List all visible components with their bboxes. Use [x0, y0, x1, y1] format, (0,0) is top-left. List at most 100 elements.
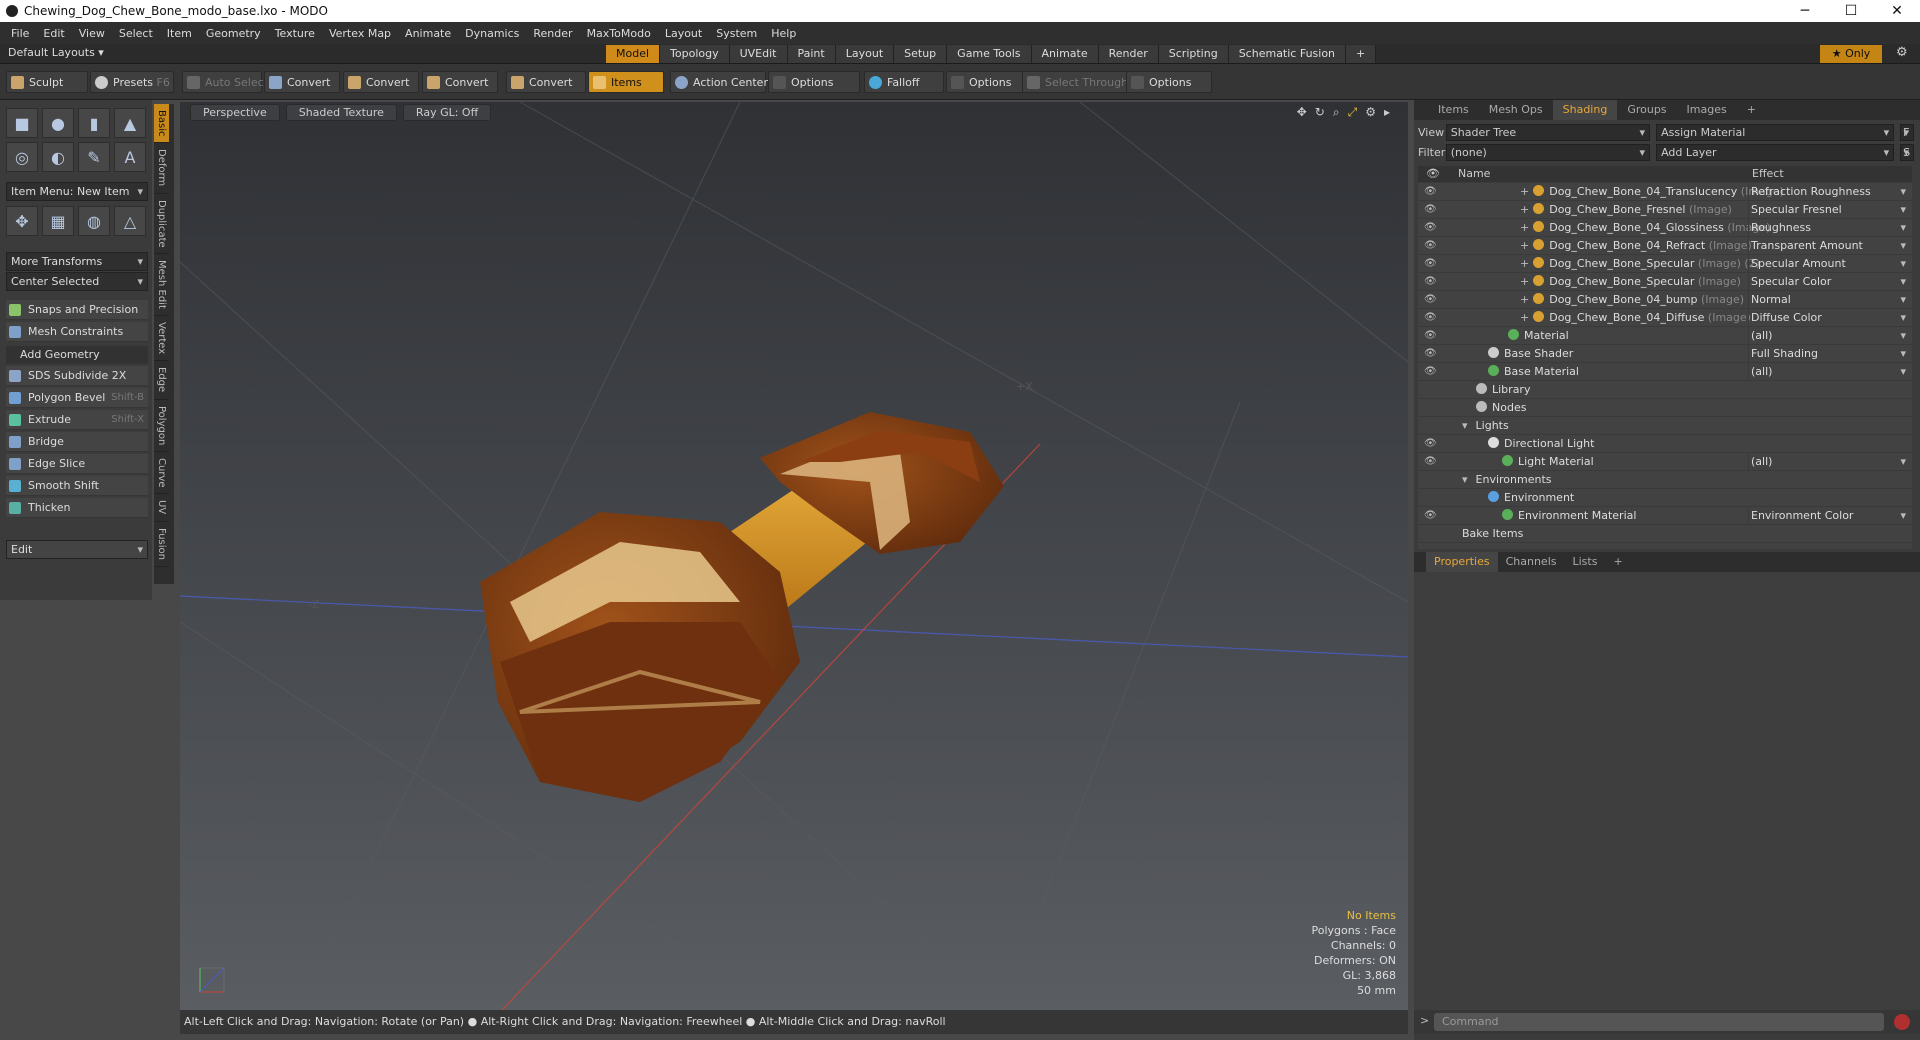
- prop-tab-properties[interactable]: Properties: [1426, 552, 1498, 572]
- command-input[interactable]: Command: [1434, 1013, 1884, 1031]
- assign-material-select[interactable]: Assign Material: [1656, 123, 1895, 141]
- capsule-icon[interactable]: ◐: [42, 142, 74, 172]
- tree-row[interactable]: 👁 + Dog_Chew_Bone_Fresnel (Image) Specular …: [1418, 201, 1912, 219]
- tree-row[interactable]: 👁 Material (all): [1418, 327, 1912, 345]
- effect-select[interactable]: Roughness: [1748, 219, 1912, 237]
- mode-tab-setup[interactable]: Setup: [894, 45, 948, 63]
- tree-row[interactable]: 👁 Base Material (all): [1418, 363, 1912, 381]
- snaps-precision-button[interactable]: Snaps and Precision: [6, 300, 148, 320]
- expand-plus-icon[interactable]: +: [1520, 185, 1529, 198]
- tool-tab-fusion[interactable]: Fusion: [154, 522, 169, 567]
- tree-row[interactable]: 👁 + Dog_Chew_Bone_04_Diffuse (Image) Diffus…: [1418, 309, 1912, 327]
- mode-tab-schematic-fusion[interactable]: Schematic Fusion: [1228, 45, 1347, 63]
- tree-row[interactable]: Bake Items: [1418, 525, 1912, 543]
- tree-row[interactable]: 👁 Base Shader Full Shading: [1418, 345, 1912, 363]
- options-button-1[interactable]: Options: [768, 71, 860, 93]
- presets-button[interactable]: Presets F6: [90, 71, 174, 93]
- tool-tab-uv[interactable]: UV: [154, 494, 169, 522]
- menu-animate[interactable]: Animate: [398, 27, 458, 40]
- tree-row[interactable]: 👁 + Dog_Chew_Bone_04_bump (Image) Normal: [1418, 291, 1912, 309]
- menu-file[interactable]: File: [4, 27, 36, 40]
- falloff-button[interactable]: Falloff: [864, 71, 944, 93]
- menu-dynamics[interactable]: Dynamics: [458, 27, 526, 40]
- center-selected-dropdown[interactable]: Center Selected: [6, 272, 148, 291]
- expand-arrow-icon[interactable]: ▾: [1462, 473, 1468, 486]
- menu-view[interactable]: View: [72, 27, 112, 40]
- mesh-constraints-button[interactable]: Mesh Constraints: [6, 322, 148, 342]
- visibility-eye-icon[interactable]: 👁: [1424, 276, 1437, 288]
- effect-select[interactable]: Full Shading: [1748, 345, 1912, 363]
- tool-edge-slice[interactable]: Edge Slice: [6, 454, 148, 474]
- expand-plus-icon[interactable]: +: [1520, 311, 1529, 324]
- visibility-eye-icon[interactable]: 👁: [1424, 186, 1437, 198]
- menu-texture[interactable]: Texture: [268, 27, 322, 40]
- mode-tab-game-tools[interactable]: Game Tools: [947, 45, 1032, 63]
- menu-layout[interactable]: Layout: [658, 27, 709, 40]
- visibility-eye-icon[interactable]: 👁: [1424, 348, 1437, 360]
- panel-tab-images[interactable]: Images: [1677, 100, 1737, 120]
- convert-button-2[interactable]: Convert: [343, 71, 419, 93]
- tree-row[interactable]: Library: [1418, 381, 1912, 399]
- options-button-2[interactable]: Options: [946, 71, 1026, 93]
- more-transforms-dropdown[interactable]: More Transforms: [6, 252, 148, 271]
- expand-arrow-icon[interactable]: ▾: [1462, 419, 1468, 432]
- tool-polygon-bevel[interactable]: Polygon Bevel Shift-B: [6, 388, 148, 408]
- cylinder-icon[interactable]: ▮: [78, 108, 110, 138]
- panel-tab-add[interactable]: +: [1737, 100, 1766, 120]
- items-button[interactable]: Items: [588, 71, 664, 93]
- visibility-eye-icon[interactable]: 👁: [1424, 438, 1437, 450]
- tree-row[interactable]: 👁 + Dog_Chew_Bone_04_Glossiness (Image) Rou…: [1418, 219, 1912, 237]
- layouts-dropdown[interactable]: Default Layouts ▾: [8, 46, 104, 59]
- convert-button-4[interactable]: Convert: [506, 71, 586, 93]
- mode-tab-render[interactable]: Render: [1098, 45, 1159, 63]
- mode-tab-topology[interactable]: Topology: [660, 45, 730, 63]
- expand-plus-icon[interactable]: +: [1520, 221, 1529, 234]
- menu-edit[interactable]: Edit: [36, 27, 71, 40]
- visibility-eye-icon[interactable]: 👁: [1424, 258, 1437, 270]
- close-button[interactable]: ✕: [1874, 0, 1920, 22]
- tool-tab-curve[interactable]: Curve: [154, 452, 169, 495]
- add-geometry-header[interactable]: Add Geometry: [6, 346, 148, 364]
- effect-select[interactable]: Refraction Roughness: [1748, 183, 1912, 201]
- gear-icon[interactable]: ⚙: [1896, 45, 1908, 60]
- tree-row[interactable]: 👁 + Dog_Chew_Bone_Specular (Image) Specular…: [1418, 273, 1912, 291]
- tool-tab-vertex[interactable]: Vertex: [154, 316, 169, 362]
- s-button[interactable]: S: [1900, 143, 1915, 161]
- options-button-3[interactable]: Options: [1126, 71, 1212, 93]
- visibility-eye-icon[interactable]: 👁: [1424, 312, 1437, 324]
- effect-select[interactable]: (all): [1748, 453, 1912, 471]
- name-column-header[interactable]: Name: [1458, 166, 1748, 182]
- menu-geometry[interactable]: Geometry: [199, 27, 268, 40]
- menu-vertex-map[interactable]: Vertex Map: [322, 27, 398, 40]
- tool-smooth-shift[interactable]: Smooth Shift: [6, 476, 148, 496]
- visibility-eye-icon[interactable]: 👁: [1424, 456, 1437, 468]
- effect-select[interactable]: (all): [1748, 327, 1912, 345]
- tool-tab-deform[interactable]: Deform: [154, 143, 169, 194]
- convert-button-1[interactable]: Convert: [264, 71, 340, 93]
- effect-select[interactable]: Environment Color: [1748, 507, 1912, 525]
- visibility-eye-icon[interactable]: 👁: [1424, 366, 1437, 378]
- mode-tab-add[interactable]: +: [1346, 45, 1377, 63]
- convert-button-3[interactable]: Convert: [422, 71, 498, 93]
- effect-select[interactable]: Specular Amount: [1748, 255, 1912, 273]
- menu-render[interactable]: Render: [526, 27, 579, 40]
- tool-tab-mesh-edit[interactable]: Mesh Edit: [154, 254, 169, 317]
- action-center-button[interactable]: Action Center: [670, 71, 768, 93]
- tree-row[interactable]: ▾ Lights: [1418, 417, 1912, 435]
- visibility-eye-icon[interactable]: 👁: [1424, 240, 1437, 252]
- effect-select[interactable]: Normal: [1748, 291, 1912, 309]
- cone-icon[interactable]: ▲: [114, 108, 146, 138]
- expand-plus-icon[interactable]: +: [1520, 239, 1529, 252]
- transform-icon[interactable]: ✥: [6, 206, 38, 236]
- tool-thicken[interactable]: Thicken: [6, 498, 148, 518]
- effect-column-header[interactable]: Effect: [1748, 166, 1908, 182]
- panel-tab-mesh-ops[interactable]: Mesh Ops: [1479, 100, 1553, 120]
- view-select[interactable]: Shader Tree: [1445, 123, 1651, 141]
- tool-tab-polygon[interactable]: Polygon: [154, 400, 169, 452]
- panel-tab-shading[interactable]: Shading: [1552, 100, 1618, 120]
- mode-tab-scripting[interactable]: Scripting: [1158, 45, 1229, 63]
- effect-select[interactable]: Specular Color: [1748, 273, 1912, 291]
- menu-help[interactable]: Help: [764, 27, 803, 40]
- tree-row[interactable]: Environment: [1418, 489, 1912, 507]
- tree-row[interactable]: Nodes: [1418, 399, 1912, 417]
